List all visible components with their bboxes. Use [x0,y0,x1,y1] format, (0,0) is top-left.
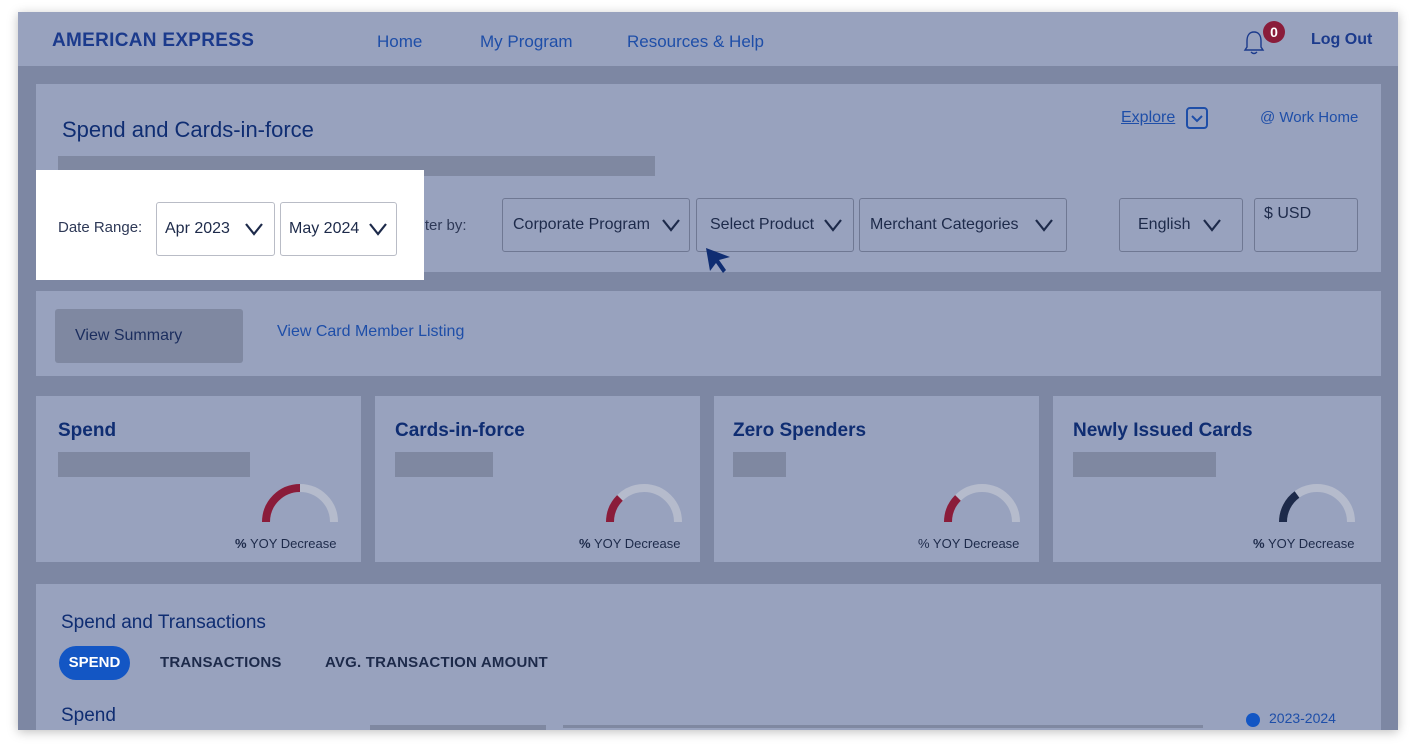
yoy-text: % YOY Decrease [1253,536,1355,551]
amex-logo[interactable]: AMERICAN EXPRESS [52,30,254,52]
chart-subtitle: Spend [61,705,116,726]
kpi-card-newly-issued-cards[interactable]: Newly Issued Cards % YOY Decrease [1053,396,1381,562]
placeholder-bar [1073,452,1216,477]
explore-link[interactable]: Explore [1121,109,1175,127]
currency-label: $ USD [1264,205,1312,222]
app-window: AMERICAN EXPRESS Home My Program Resourc… [18,12,1398,730]
dropdown-label: Corporate Program [513,216,650,233]
kpi-card-spend[interactable]: Spend % YOY Decrease [36,396,361,562]
date-range-highlight: Date Range: Apr 2023 May 2024 [36,170,424,280]
explore-chevron-icon[interactable] [1186,107,1208,129]
section-title: Spend and Transactions [61,612,266,633]
legend-dot-icon [1246,713,1260,727]
chevron-down-icon [824,219,842,232]
kpi-card-zero-spenders[interactable]: Zero Spenders % YOY Decrease [714,396,1039,562]
date-to-dropdown[interactable]: May 2024 [280,202,397,256]
card-title: Zero Spenders [733,420,867,441]
gauge-icon [1279,484,1355,523]
dropdown-label: Merchant Categories [870,216,1019,233]
tab-avg-transaction-amount[interactable]: AVG. TRANSACTION AMOUNT [325,654,548,671]
placeholder-line [563,725,1203,728]
legend-label: 2023-2024 [1269,710,1336,726]
chevron-down-icon [662,219,680,232]
card-title: Newly Issued Cards [1073,420,1253,441]
tab-view-summary[interactable]: View Summary [55,309,243,363]
card-title: Spend [58,420,117,441]
mouse-cursor-icon [706,248,730,273]
bell-icon[interactable] [1243,28,1265,56]
corporate-program-dropdown[interactable]: Corporate Program [502,198,690,252]
nav-my-program[interactable]: My Program [480,32,573,52]
placeholder-bar [370,725,546,730]
nav-home[interactable]: Home [377,32,422,52]
currency-dropdown[interactable]: $ USD [1254,198,1358,252]
merchant-categories-dropdown[interactable]: Merchant Categories [859,198,1067,252]
yoy-text: % YOY Decrease [579,536,681,551]
logout-link[interactable]: Log Out [1311,31,1372,49]
date-range-label: Date Range: [58,219,143,236]
dropdown-label: Select Product [710,216,815,233]
tab-view-card-member-listing[interactable]: View Card Member Listing [277,323,464,341]
yoy-text: % YOY Decrease [235,536,337,551]
tab-spend[interactable]: SPEND [59,646,130,680]
tab-transactions[interactable]: TRANSACTIONS [160,654,282,671]
nav-resources-help[interactable]: Resources & Help [627,32,764,52]
select-product-dropdown[interactable]: Select Product [696,198,854,252]
work-home-link[interactable]: @ Work Home [1260,109,1358,126]
gauge-icon [944,484,1020,523]
gauge-icon [262,484,338,523]
placeholder-bar [58,452,250,477]
top-nav-bar: AMERICAN EXPRESS Home My Program Resourc… [18,12,1398,66]
language-dropdown[interactable]: English [1119,198,1243,252]
yoy-text: % YOY Decrease [918,536,1020,551]
date-from-dropdown[interactable]: Apr 2023 [156,202,275,256]
placeholder-bar [395,452,493,477]
notification-badge: 0 [1263,21,1285,43]
dropdown-label: English [1138,216,1191,233]
chevron-down-icon [1035,219,1053,232]
date-to-value: May 2024 [289,220,360,237]
kpi-card-cards-in-force[interactable]: Cards-in-force % YOY Decrease [375,396,700,562]
chevron-down-icon [369,223,387,236]
view-tabs-panel: View Summary View Card Member Listing [36,291,1381,376]
date-from-value: Apr 2023 [165,220,230,237]
page-title: Spend and Cards-in-force [62,117,314,142]
placeholder-bar [733,452,786,477]
chevron-down-icon [245,223,263,236]
chevron-down-icon [1203,219,1221,232]
gauge-icon [606,484,682,523]
card-title: Cards-in-force [395,420,525,441]
